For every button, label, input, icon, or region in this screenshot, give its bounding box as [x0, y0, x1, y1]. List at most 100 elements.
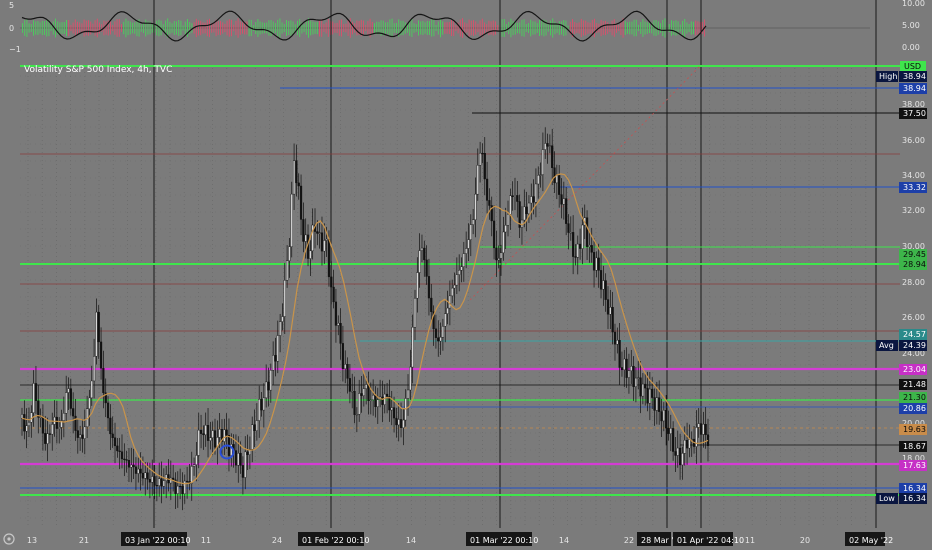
oscillator-bar: [259, 21, 261, 35]
oscillator-bar: [46, 19, 48, 37]
candle-body: [423, 247, 426, 261]
oscillator-bar: [444, 22, 446, 34]
candle-body: [502, 231, 505, 254]
candle-body: [37, 400, 40, 418]
oscillator-bar: [660, 23, 661, 33]
oscillator-bar: [305, 21, 307, 35]
candle-body: [295, 160, 298, 184]
candle-body: [648, 388, 651, 404]
oscillator-bar: [81, 23, 83, 33]
oscillator-bar: [246, 21, 248, 35]
candle-body: [492, 220, 496, 249]
oscillator-bar: [184, 21, 186, 35]
oscillator-bar: [233, 24, 235, 32]
oscillator-bar: [266, 22, 268, 34]
candle-body: [697, 423, 700, 428]
oscillator-bar: [44, 21, 45, 35]
oscillator-bar: [382, 20, 384, 36]
oscillator-bar: [466, 23, 468, 33]
candle-body: [199, 429, 203, 434]
candle-body: [485, 178, 489, 201]
candle-body: [141, 472, 145, 479]
oscillator-bar: [587, 22, 589, 34]
x-axis-highlight-label: 01 Apr '22 04:10: [677, 536, 744, 545]
oscillator-bar: [28, 23, 30, 33]
candle-body: [151, 476, 154, 483]
oscillator-bar: [151, 23, 153, 33]
candle-body: [420, 247, 424, 251]
oscillator-bar: [429, 21, 430, 35]
oscillator-bar: [605, 20, 606, 36]
candle-body: [120, 451, 124, 460]
candle-body: [139, 468, 142, 474]
oscillator-bar: [332, 21, 334, 35]
oscillator-bar: [288, 20, 290, 36]
oscillator-bar: [204, 22, 206, 34]
oscillator-bar: [638, 24, 639, 32]
candle-body: [688, 439, 691, 449]
candle-body: [388, 396, 391, 411]
oscillator-bar: [585, 20, 587, 36]
oscillator-bar: [224, 23, 226, 33]
candle-body: [362, 388, 365, 396]
candle-body: [176, 485, 179, 494]
y-axis-tick: 34.00: [902, 171, 925, 180]
oscillator-bar: [63, 21, 65, 35]
candle-body: [155, 485, 158, 487]
oscillator-bar: [30, 24, 32, 32]
price-tag-value: 17.63: [903, 461, 926, 470]
oscillator-bar: [484, 22, 485, 34]
candle-body: [427, 276, 431, 299]
candle-body: [425, 259, 428, 277]
candle-body: [209, 437, 212, 441]
candle-body: [439, 337, 442, 342]
oscillator-bar: [413, 23, 415, 33]
oscillator-bar: [72, 22, 74, 34]
oscillator-bar: [66, 20, 67, 36]
candle-body: [462, 253, 465, 267]
candle-body: [474, 193, 477, 221]
oscillator-bar: [195, 18, 197, 38]
oscillator-bar: [99, 22, 100, 34]
oscillator-bar: [101, 24, 103, 32]
candle-body: [316, 231, 319, 234]
candle-body: [704, 424, 707, 435]
candle-body: [153, 476, 156, 486]
oscillator-bar: [528, 23, 529, 33]
oscillator-bar: [239, 21, 241, 35]
candle-body: [241, 465, 245, 478]
oscillator-bar: [94, 20, 96, 36]
chart-canvas[interactable]: 10.00 5.00 0.00 5 0 −1 Volatility S&P 500 Ind…: [0, 0, 932, 550]
candle-body: [97, 311, 100, 343]
oscillator-bar: [440, 18, 441, 38]
oscillator-bar: [442, 21, 444, 35]
oscillator-bar: [396, 22, 397, 34]
candle-body: [625, 358, 628, 378]
oscillator-bar: [433, 19, 435, 37]
price-tag-value: 38.94: [903, 72, 926, 81]
x-axis[interactable]: 13 21 11 24 14 14 22 11 20 03 Jan '22 00:10 01 Feb…: [0, 528, 932, 550]
y-axis-tick: 32.00: [902, 206, 925, 215]
candle-body: [469, 224, 472, 240]
candle-body: [437, 337, 440, 342]
candle-body: [516, 195, 519, 202]
candle-body: [192, 464, 196, 467]
candle-body: [662, 410, 665, 422]
candle-body: [339, 322, 342, 344]
oscillator-bar: [125, 18, 127, 38]
candle-body: [95, 311, 98, 357]
candle-body: [369, 399, 372, 402]
candle-body: [595, 257, 598, 271]
x-axis-tick: 14: [406, 536, 416, 545]
candle-body: [69, 388, 72, 409]
candle-body: [446, 307, 449, 314]
candle-body: [297, 182, 300, 187]
oscillator-bar: [114, 21, 116, 35]
oscillator-bar: [319, 19, 320, 37]
candle-body: [90, 380, 93, 399]
candle-body: [330, 276, 333, 288]
oscillator-bar: [682, 20, 683, 36]
oscillator-bar: [688, 23, 690, 33]
oscillator-bar: [237, 18, 239, 38]
price-tag-value: 21.30: [903, 393, 926, 402]
